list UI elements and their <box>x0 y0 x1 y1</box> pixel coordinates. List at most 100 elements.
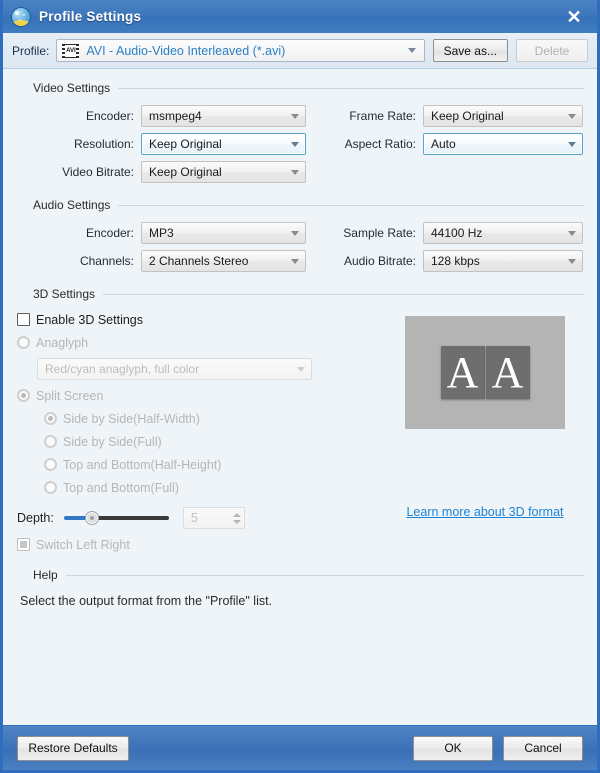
save-as-button[interactable]: Save as... <box>432 39 508 62</box>
help-title: Help <box>33 568 58 582</box>
ok-button[interactable]: OK <box>413 735 493 761</box>
preview-pane-right: A <box>485 346 530 399</box>
radio-icon <box>44 481 57 494</box>
three-d-options: Enable 3D Settings Anaglyph Red/cyan ana… <box>16 308 386 556</box>
chevron-down-icon <box>232 519 241 524</box>
split-option-label: Top and Bottom(Full) <box>63 480 180 495</box>
video-encoder-select[interactable]: msmpeg4 <box>141 105 306 127</box>
depth-slider[interactable] <box>63 511 169 525</box>
aspect-ratio-select[interactable]: Auto <box>423 133 583 155</box>
dialog-footer: Restore Defaults OK Cancel <box>3 725 597 770</box>
video-settings-title: Video Settings <box>33 81 111 95</box>
audio-encoder-value: MP3 <box>149 226 174 240</box>
delete-button: Delete <box>516 39 588 62</box>
channels-value: 2 Channels Stereo <box>149 254 249 268</box>
learn-more-3d-link[interactable]: Learn more about 3D format <box>406 505 563 519</box>
frame-rate-label: Frame Rate: <box>349 109 416 123</box>
help-text: Select the output format from the "Profi… <box>20 594 273 608</box>
chevron-down-icon <box>568 141 576 147</box>
channels-label: Channels: <box>79 254 134 268</box>
audio-encoder-select[interactable]: MP3 <box>141 222 306 244</box>
switch-left-right-row: Switch Left Right <box>16 533 386 556</box>
audio-settings-header: Audio Settings <box>16 198 584 212</box>
stepper-arrows <box>232 512 241 524</box>
chevron-down-icon <box>407 48 416 53</box>
audio-row-2: Channels: 2 Channels Stereo Audio Bitrat… <box>16 247 584 275</box>
resolution-value: Keep Original <box>149 137 222 151</box>
sample-rate-value: 44100 Hz <box>431 226 483 240</box>
cancel-button[interactable]: Cancel <box>503 735 583 761</box>
three-d-settings-header: 3D Settings <box>16 287 584 301</box>
chevron-down-icon <box>291 258 299 264</box>
audio-bitrate-select[interactable]: 128 kbps <box>423 250 583 272</box>
slider-track <box>91 516 169 520</box>
avi-film-icon-text: AVI <box>66 47 76 54</box>
profile-select-value: AVI - Audio-Video Interleaved (*.avi) <box>86 43 286 58</box>
checkbox-icon <box>17 538 30 551</box>
three-d-preview-area: A A Learn more about 3D format <box>386 308 584 519</box>
frame-rate-select[interactable]: Keep Original <box>423 105 583 127</box>
group-divider <box>65 574 584 576</box>
group-divider <box>118 204 584 206</box>
chevron-down-icon <box>297 366 305 372</box>
radio-icon <box>17 336 30 349</box>
sample-rate-select[interactable]: 44100 Hz <box>423 222 583 244</box>
chevron-down-icon <box>568 230 576 236</box>
group-divider <box>118 87 584 89</box>
depth-value: 5 <box>190 511 198 525</box>
radio-icon <box>44 435 57 448</box>
chevron-down-icon <box>291 141 299 147</box>
title-bar: Profile Settings ✕ <box>3 0 597 33</box>
slider-handle[interactable] <box>84 511 99 525</box>
split-screen-label: Split Screen <box>36 388 104 403</box>
chevron-down-icon <box>291 230 299 236</box>
three-d-settings-group: 3D Settings Enable 3D Settings Anaglyph <box>16 287 584 556</box>
profile-settings-dialog: Profile Settings ✕ Profile: AVI AVI - Au… <box>0 0 600 773</box>
video-row-2: Resolution: Keep Original Aspect Ratio: … <box>16 130 584 158</box>
audio-bitrate-label: Audio Bitrate: <box>343 254 416 268</box>
three-d-preview-image: A A <box>405 316 565 429</box>
checkbox-icon[interactable] <box>17 313 30 326</box>
resolution-select[interactable]: Keep Original <box>141 133 306 155</box>
chevron-down-icon <box>291 113 299 119</box>
audio-settings-title: Audio Settings <box>33 198 111 212</box>
restore-defaults-button[interactable]: Restore Defaults <box>17 735 129 761</box>
video-settings-group: Video Settings Encoder: msmpeg4 Frame Ra… <box>16 81 584 186</box>
video-bitrate-label: Video Bitrate: <box>62 165 134 179</box>
depth-row: Depth: 5 <box>16 503 386 533</box>
depth-stepper: 5 <box>182 507 245 529</box>
channels-select[interactable]: 2 Channels Stereo <box>141 250 306 272</box>
split-option-label: Top and Bottom(Half-Height) <box>63 457 222 472</box>
split-option-side-by-side-half: Side by Side(Half-Width) <box>16 407 386 430</box>
split-option-top-bottom-full: Top and Bottom(Full) <box>16 476 386 499</box>
video-encoder-value: msmpeg4 <box>149 109 202 123</box>
audio-row-1: Encoder: MP3 Sample Rate: 44100 Hz <box>16 219 584 247</box>
window-title: Profile Settings <box>39 9 142 24</box>
audio-bitrate-value: 128 kbps <box>431 254 480 268</box>
profile-select[interactable]: AVI AVI - Audio-Video Interleaved (*.avi… <box>56 39 425 62</box>
audio-settings-group: Audio Settings Encoder: MP3 Sample Rate: <box>16 198 584 275</box>
video-row-3: Video Bitrate: Keep Original <box>16 158 584 186</box>
chevron-up-icon <box>232 512 241 517</box>
anaglyph-select-row: Red/cyan anaglyph, full color <box>16 358 386 380</box>
chevron-down-icon <box>568 258 576 264</box>
help-group: Help Select the output format from the "… <box>16 568 584 608</box>
dialog-body: Video Settings Encoder: msmpeg4 Frame Ra… <box>3 69 597 725</box>
enable-3d-settings-row[interactable]: Enable 3D Settings <box>16 308 386 331</box>
split-option-side-by-side-full: Side by Side(Full) <box>16 430 386 453</box>
help-header: Help <box>16 568 584 582</box>
close-icon[interactable]: ✕ <box>563 6 585 28</box>
chevron-down-icon <box>291 169 299 175</box>
split-screen-radio-row: Split Screen <box>16 384 386 407</box>
video-bitrate-select[interactable]: Keep Original <box>141 161 306 183</box>
anaglyph-select: Red/cyan anaglyph, full color <box>37 358 312 380</box>
split-option-label: Side by Side(Full) <box>63 434 162 449</box>
sample-rate-label: Sample Rate: <box>343 226 416 240</box>
anaglyph-value: Red/cyan anaglyph, full color <box>45 362 200 376</box>
anaglyph-radio-row: Anaglyph <box>16 331 386 354</box>
frame-rate-value: Keep Original <box>431 109 504 123</box>
switch-left-right-label: Switch Left Right <box>36 537 130 552</box>
split-option-top-bottom-half: Top and Bottom(Half-Height) <box>16 453 386 476</box>
video-encoder-label: Encoder: <box>85 109 134 123</box>
split-option-label: Side by Side(Half-Width) <box>63 411 200 426</box>
